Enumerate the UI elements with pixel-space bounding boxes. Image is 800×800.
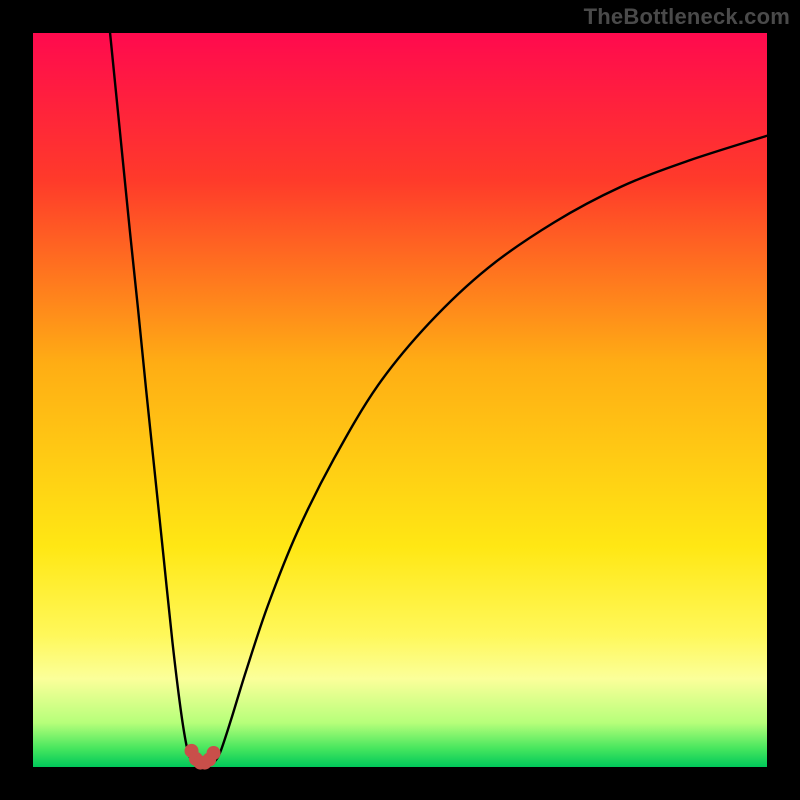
plot-background <box>33 33 767 767</box>
watermark-text: TheBottleneck.com <box>584 4 790 30</box>
chart-svg <box>0 0 800 800</box>
dip-marker-dot <box>207 746 221 760</box>
chart-stage: TheBottleneck.com <box>0 0 800 800</box>
